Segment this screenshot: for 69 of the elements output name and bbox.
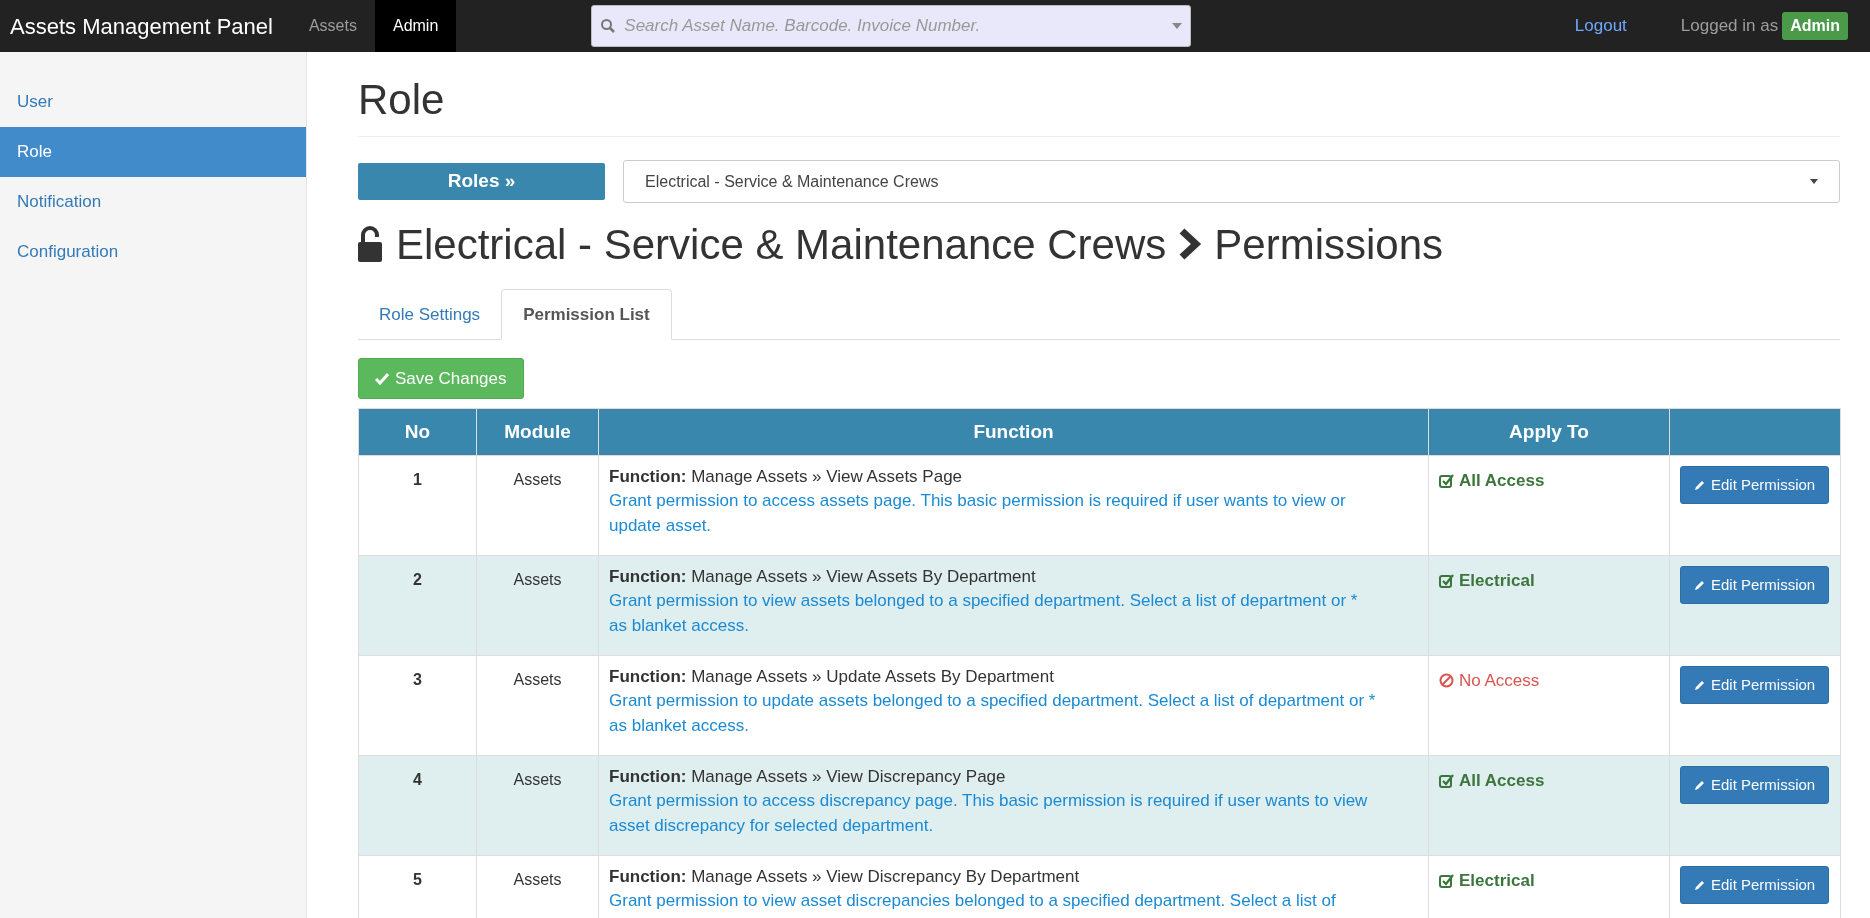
- function-name: Function: Manage Assets » View Discrepancy By Department: [609, 866, 1081, 888]
- function-name: Function: Manage Assets » View Discrepancy Page: [609, 766, 1007, 788]
- edit-permission-button[interactable]: Edit Permission: [1680, 466, 1830, 504]
- section-heading: Permissions: [1214, 219, 1443, 270]
- logged-in-label: Logged in as: [1680, 15, 1779, 38]
- pencil-icon: [1694, 579, 1706, 591]
- tab[interactable]: Role Settings: [358, 289, 502, 340]
- sidebar-item[interactable]: Notification: [0, 177, 306, 227]
- table-cell: Assets: [476, 455, 599, 556]
- function-description: Grant permission to update assets belonged to a specified department. Select a list of department or * as blanket access.: [609, 690, 1377, 737]
- checked-box-icon: [1439, 573, 1454, 588]
- roles-button[interactable]: Roles »: [358, 163, 605, 200]
- apply-to-status: All Access: [1439, 468, 1545, 494]
- pencil-icon: [1694, 879, 1706, 891]
- chevron-right-icon: [1178, 227, 1203, 261]
- caret-icon: [1810, 179, 1818, 184]
- table-cell: 2: [358, 555, 477, 656]
- function-description: Grant permission to view assets belonged to a specified department. Select a list of department or * as blanket access.: [609, 590, 1359, 637]
- apply-to-status: Electrical: [1439, 868, 1535, 894]
- sidebar-item[interactable]: Configuration: [0, 227, 306, 277]
- user-badge: Admin: [1782, 12, 1848, 40]
- pencil-icon: [1694, 479, 1706, 491]
- logout-link[interactable]: Logout: [1574, 13, 1627, 39]
- edit-permission-button[interactable]: Edit Permission: [1680, 566, 1830, 604]
- apply-to-status: Electrical: [1439, 568, 1535, 594]
- sidebar-item[interactable]: Role: [0, 127, 306, 177]
- pencil-icon: [1694, 679, 1706, 691]
- caret-icon: [1172, 23, 1183, 29]
- nav-tab[interactable]: Assets: [290, 0, 375, 52]
- table-cell: 3: [358, 655, 477, 756]
- role-select[interactable]: Electrical - Service & Maintenance Crews: [623, 160, 1840, 203]
- function-description: Grant permission to access assets page. This basic permission is required if user wants to view or update asset.: [609, 490, 1347, 537]
- pencil-icon: [1694, 779, 1706, 791]
- checked-box-icon: [1439, 473, 1454, 488]
- page-title: Role: [358, 75, 446, 125]
- table-cell: 5: [358, 855, 477, 918]
- checkmark-icon: [375, 372, 389, 385]
- function-description: Grant permission to access discrepancy page. This basic permission is required if user wants to view asset discrepancy for selected department.: [609, 790, 1369, 837]
- table-cell: Assets: [476, 655, 599, 756]
- ban-icon: [1439, 673, 1454, 689]
- function-description: Grant permission to view asset discrepancies belonged to a specified department. Select a list of: [609, 890, 1337, 912]
- apply-to-status: All Access: [1439, 768, 1545, 794]
- apply-to-status: No Access: [1439, 668, 1540, 694]
- checked-box-icon: [1439, 873, 1454, 888]
- table-cell: Assets: [476, 555, 599, 656]
- edit-permission-button[interactable]: Edit Permission: [1680, 866, 1830, 904]
- save-changes-button[interactable]: Save Changes: [358, 358, 524, 399]
- sidebar-item[interactable]: User: [0, 77, 306, 127]
- column-header: No: [358, 408, 477, 456]
- role-heading: Electrical - Service & Maintenance Crews: [396, 219, 1167, 270]
- brand-title[interactable]: Assets Management Panel: [0, 9, 283, 43]
- table-cell: 4: [358, 755, 477, 856]
- role-select-value: Electrical - Service & Maintenance Crews: [645, 171, 939, 192]
- checked-box-icon: [1439, 773, 1454, 788]
- search-icon: [600, 18, 617, 34]
- table-cell: Assets: [476, 755, 599, 856]
- edit-permission-button[interactable]: Edit Permission: [1680, 766, 1830, 804]
- tab[interactable]: Permission List: [501, 289, 672, 340]
- table-cell: 1: [358, 455, 477, 556]
- column-header: Module: [476, 408, 599, 456]
- search-input[interactable]: Search Asset Name. Barcode. Invoice Number.: [624, 13, 1165, 39]
- function-name: Function: Manage Assets » View Assets By Department: [609, 566, 1037, 588]
- column-header: Function: [598, 408, 1429, 456]
- column-header: Apply To: [1428, 408, 1670, 456]
- nav-tab[interactable]: Admin: [374, 0, 457, 52]
- edit-permission-button[interactable]: Edit Permission: [1680, 666, 1830, 704]
- function-name: Function: Manage Assets » Update Assets By Department: [609, 666, 1055, 688]
- search-field[interactable]: Search Asset Name. Barcode. Invoice Number.: [591, 5, 1192, 47]
- function-name: Function: Manage Assets » View Assets Page: [609, 466, 964, 488]
